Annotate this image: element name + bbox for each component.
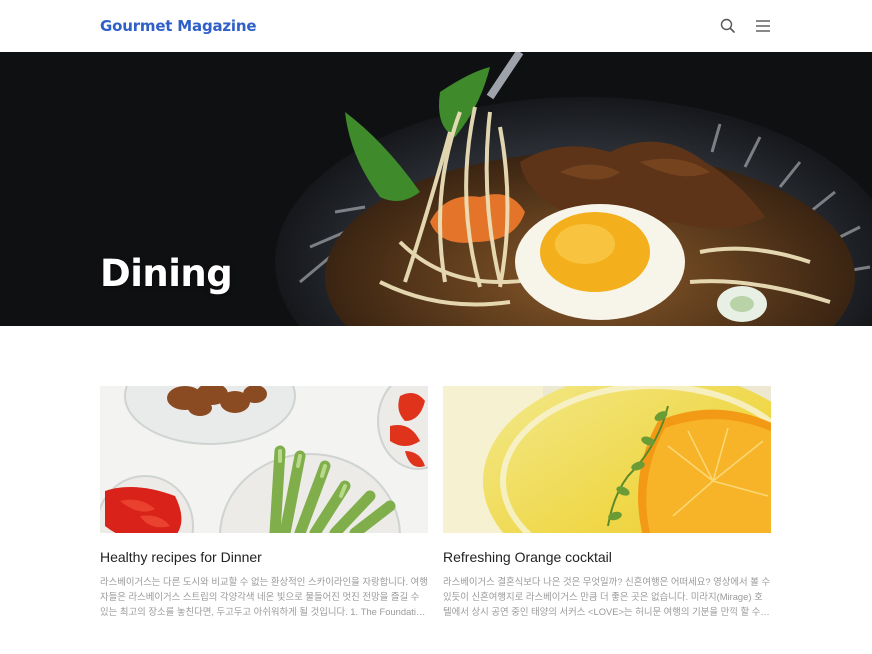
- card-excerpt: 라스베이거스는 다른 도시와 비교할 수 없는 환상적인 스카이라인을 자랑합니…: [100, 576, 428, 617]
- card-excerpt: 라스베이거스 결혼식보다 나은 것은 무엇일까? 신혼여행은 어떠세요? 영상에…: [443, 576, 771, 617]
- card-title[interactable]: Healthy recipes for Dinner: [100, 548, 428, 566]
- vegetables-image: [100, 386, 428, 533]
- card-image[interactable]: [443, 386, 771, 533]
- search-button[interactable]: [719, 17, 737, 35]
- card-title[interactable]: Refreshing Orange cocktail: [443, 548, 771, 566]
- card-image[interactable]: [100, 386, 428, 533]
- search-icon: [720, 18, 735, 33]
- article-card[interactable]: Refreshing Orange cocktail 라스베이거스 결혼식보다 …: [443, 386, 771, 619]
- site-logo[interactable]: Gourmet Magazine: [100, 17, 257, 35]
- hero-banner: Dining: [0, 52, 872, 326]
- menu-button[interactable]: [754, 17, 772, 35]
- hamburger-menu-icon: [756, 20, 770, 32]
- hero-title: Dining: [100, 252, 233, 295]
- article-card[interactable]: Healthy recipes for Dinner 라스베이거스는 다른 도시…: [100, 386, 428, 619]
- site-header: Gourmet Magazine: [0, 0, 872, 52]
- orange-cocktail-image: [443, 386, 771, 533]
